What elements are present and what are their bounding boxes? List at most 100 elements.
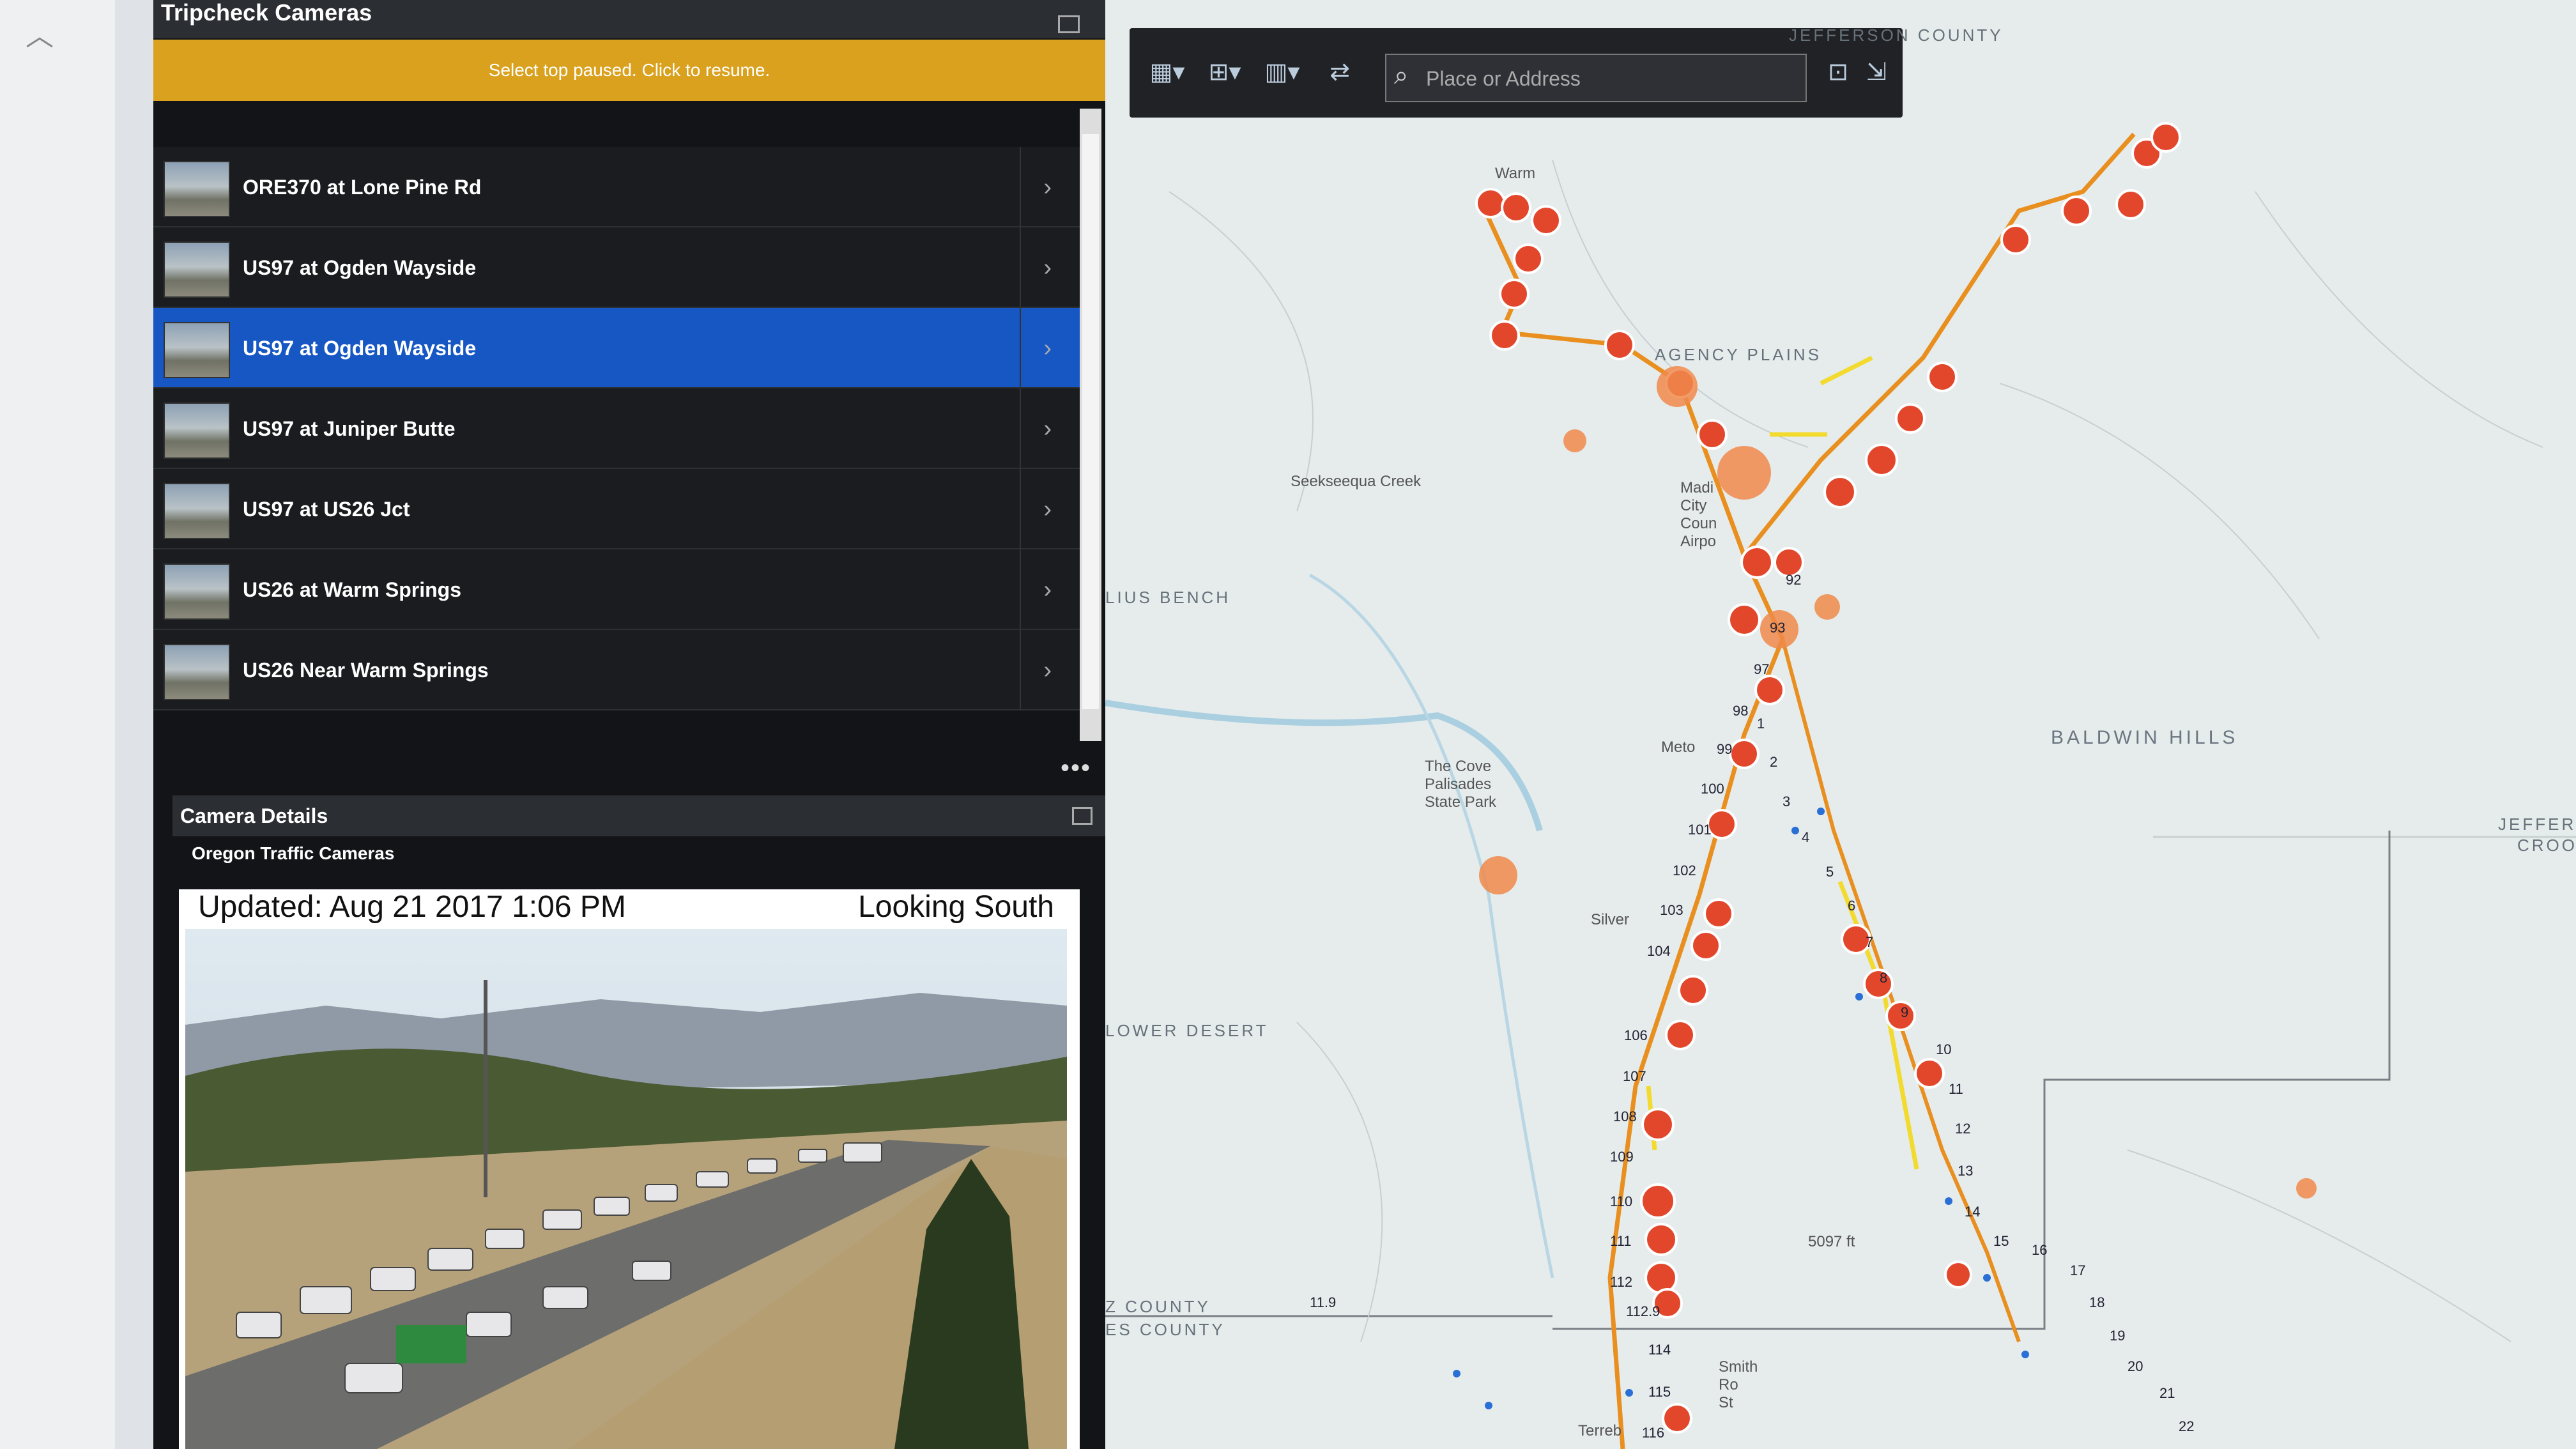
milepost: 112.9 — [1626, 1303, 1660, 1319]
panel-title: Tripcheck Cameras — [153, 0, 1105, 38]
milepost: 5 — [1826, 864, 1834, 880]
milepost: 3 — [1782, 793, 1791, 809]
milepost: 106 — [1624, 1027, 1648, 1043]
camera-photo — [185, 929, 1067, 1449]
camera-row[interactable]: US97 at US26 Jct › — [153, 469, 1080, 549]
camera-label: ORE370 at Lone Pine Rd — [243, 176, 482, 199]
camera-thumbnail — [164, 241, 230, 298]
layers-icon[interactable]: ⇄ — [1315, 54, 1365, 91]
milepost: 11.9 — [1310, 1294, 1337, 1310]
row-divider — [1020, 388, 1021, 469]
milepost: 10 — [1936, 1041, 1952, 1057]
place-silver: Silver — [1591, 911, 1630, 928]
search-box[interactable]: ⌕ — [1385, 54, 1807, 102]
row-divider — [1020, 227, 1021, 308]
milepost: 93 — [1770, 620, 1786, 636]
chart-icon[interactable]: ▥▾ — [1257, 54, 1307, 91]
chevron-right-icon[interactable]: › — [1043, 308, 1052, 388]
monitor-bezel: ︿ — [0, 0, 115, 1449]
place-smith-rock: Smith Ro St — [1719, 1358, 1758, 1411]
elevation-label: 5097 ft — [1808, 1233, 1855, 1250]
camera-updated-time: Updated: Aug 21 2017 1:06 PM — [198, 890, 626, 924]
region-label-bench: LIUS BENCH — [1105, 588, 1231, 607]
creek-label: Seekseequa Creek — [1291, 473, 1422, 490]
grid-icon[interactable]: ▦▾ — [1142, 54, 1192, 91]
search-input[interactable] — [1425, 63, 1798, 95]
camera-row[interactable]: ORE370 at Lone Pine Rd › — [153, 147, 1080, 227]
region-label-hills: BALDWIN HILLS — [2051, 727, 2239, 748]
milepost: 14 — [1965, 1204, 1981, 1220]
scrollbar-thumb[interactable] — [1082, 134, 1099, 709]
milepost: 99 — [1717, 741, 1733, 757]
panel-title-text: Tripcheck Cameras — [161, 0, 372, 26]
hierarchy-icon[interactable]: ⊞▾ — [1200, 54, 1250, 91]
search-icon: ⌕ — [1394, 61, 1409, 89]
chevron-up-icon[interactable]: ︿ — [26, 13, 54, 54]
milepost: 18 — [2089, 1294, 2105, 1310]
milepost: 6 — [1848, 898, 1856, 914]
milepost: 116 — [1642, 1425, 1665, 1441]
chevron-right-icon[interactable]: › — [1043, 469, 1052, 549]
list-scrollbar[interactable] — [1080, 109, 1101, 741]
chevron-right-icon[interactable]: › — [1043, 388, 1052, 469]
region-label-plains: AGENCY PLAINS — [1655, 345, 1822, 364]
place-warm: Warm — [1495, 165, 1536, 182]
milepost: 11 — [1949, 1081, 1963, 1097]
camera-row[interactable]: US97 at Ogden Wayside › — [153, 227, 1080, 308]
camera-label: US26 at Warm Springs — [243, 578, 462, 601]
camera-list: ORE370 at Lone Pine Rd › US97 at Ogden W… — [153, 102, 1086, 741]
map-toolbar: ▦▾ ⊞▾ ▥▾ ⇄ ⌕ ⊡ ⇲ — [1130, 28, 1903, 118]
milepost: 22 — [2179, 1418, 2195, 1434]
camera-label: US97 at Ogden Wayside — [243, 256, 477, 279]
camera-image-panel: Updated: Aug 21 2017 1:06 PM Looking Sou… — [179, 889, 1080, 1449]
milepost: 100 — [1701, 781, 1724, 797]
milepost: 104 — [1647, 943, 1671, 959]
chevron-right-icon[interactable]: › — [1043, 227, 1052, 308]
camera-label: US97 at US26 Jct — [243, 498, 410, 521]
camera-thumbnail — [164, 483, 230, 539]
paused-notice[interactable]: Select top paused. Click to resume. — [153, 40, 1105, 101]
county-label-es: ES COUNTY — [1105, 1320, 1225, 1339]
camera-row-selected[interactable]: US97 at Ogden Wayside › — [153, 308, 1080, 388]
map-canvas[interactable] — [1105, 0, 2576, 1449]
milepost: 20 — [2128, 1358, 2143, 1374]
camera-row[interactable]: US26 Near Warm Springs › — [153, 630, 1080, 710]
map-view[interactable]: ▦▾ ⊞▾ ▥▾ ⇄ ⌕ ⊡ ⇲ JEFFERSON COUNTY AGENCY… — [1105, 0, 2576, 1449]
camera-source: Oregon Traffic Cameras — [192, 843, 395, 863]
camera-label: US97 at Ogden Wayside — [243, 337, 477, 360]
milepost: 17 — [2070, 1262, 2086, 1278]
camera-thumbnail — [164, 161, 230, 217]
milepost: 97 — [1754, 661, 1770, 677]
milepost: 108 — [1613, 1108, 1637, 1124]
milepost: 98 — [1733, 703, 1749, 719]
chevron-right-icon[interactable]: › — [1043, 630, 1052, 710]
milepost: 2 — [1770, 754, 1778, 770]
camera-direction: Looking South — [858, 890, 1054, 924]
camera-label: US97 at Juniper Butte — [243, 417, 456, 440]
camera-thumbnail — [164, 322, 230, 378]
chevron-right-icon[interactable]: › — [1043, 549, 1052, 630]
camera-details-header: Camera Details — [172, 795, 1105, 836]
chevron-right-icon[interactable]: › — [1043, 147, 1052, 227]
milepost: 9 — [1901, 1004, 1909, 1020]
window-edge — [115, 0, 153, 1449]
row-divider — [1020, 630, 1021, 710]
county-label-z: Z COUNTY — [1105, 1297, 1211, 1316]
milepost: 16 — [2032, 1242, 2048, 1258]
milepost: 112 — [1610, 1274, 1633, 1290]
more-options-icon[interactable]: ••• — [1061, 754, 1091, 783]
share-icon[interactable]: ⇲ — [1851, 54, 1901, 91]
airport-label: Madi City Coun Airpo — [1680, 479, 1717, 550]
maximize-icon[interactable] — [1072, 807, 1092, 825]
camera-row[interactable]: US26 at Warm Springs › — [153, 549, 1080, 630]
milepost: 115 — [1648, 1384, 1671, 1400]
region-label-jefferson: JEFFERS — [2498, 815, 2576, 834]
camera-details-title: Camera Details — [180, 804, 328, 827]
camera-row[interactable]: US97 at Juniper Butte › — [153, 388, 1080, 469]
maximize-icon[interactable] — [1058, 15, 1080, 33]
row-divider — [1020, 308, 1021, 388]
place-metolius: Meto — [1661, 739, 1696, 756]
milepost: 109 — [1610, 1149, 1634, 1165]
region-label-desert: LOWER DESERT — [1105, 1021, 1269, 1040]
camera-thumbnail — [164, 402, 230, 459]
